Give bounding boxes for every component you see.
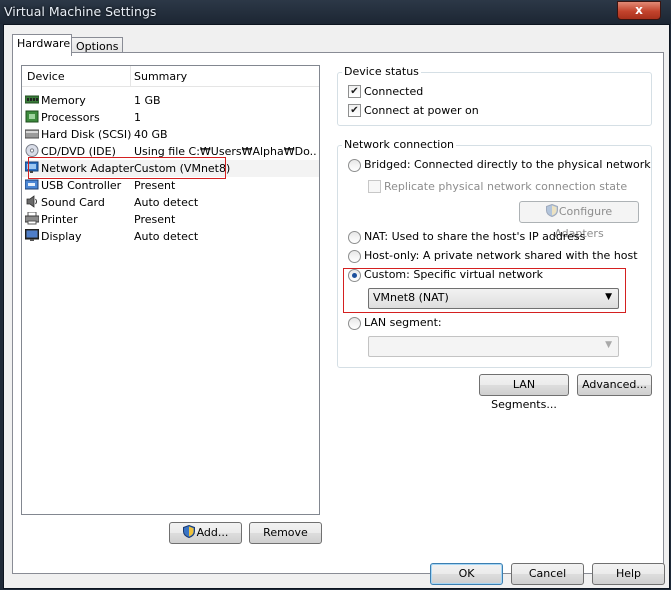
help-button[interactable]: Help [592,563,665,585]
device-summary: 1 [134,111,141,124]
dialog-client-area: Hardware Options Device Summary Memory 1… [3,24,670,589]
close-button[interactable]: x [617,1,661,20]
device-list[interactable]: Device Summary Memory 1 GB Processors 1 … [21,65,320,515]
device-row-processors[interactable]: Processors 1 [22,109,319,126]
device-name: Sound Card [41,196,105,209]
cancel-button[interactable]: Cancel [511,563,584,585]
tab-hardware[interactable]: Hardware [12,34,72,56]
device-summary: Present [134,213,176,226]
processor-icon [25,110,39,123]
replicate-state-checkbox[interactable] [368,180,381,193]
lan-segment-select[interactable]: ▼ [368,336,619,357]
usb-icon [24,178,39,191]
network-connection-title: Network connection [342,138,457,151]
network-adapter-highlight [28,157,226,179]
nat-label[interactable]: NAT: Used to share the host's IP address [364,230,585,243]
device-summary: 40 GB [134,128,168,141]
hard-disk-icon [24,127,40,140]
nat-radio[interactable] [348,231,361,244]
printer-icon [24,211,40,225]
device-summary: 1 GB [134,94,161,107]
device-status-group [337,72,652,126]
connect-at-power-on-label[interactable]: Connect at power on [364,104,479,117]
display-icon [24,228,40,242]
device-row-display[interactable]: Display Auto detect [22,228,319,245]
replicate-state-label: Replicate physical network connection st… [384,180,628,193]
window-title: Virtual Machine Settings [4,4,157,19]
title-bar: Virtual Machine Settings x [0,0,671,24]
device-row-sound-card[interactable]: Sound Card Auto detect [22,194,319,211]
device-row-memory[interactable]: Memory 1 GB [22,92,319,109]
memory-icon [24,93,40,106]
lan-segment-radio[interactable] [348,317,361,330]
sound-card-icon [25,195,39,208]
device-name: Memory [41,94,86,107]
cd-dvd-icon [25,144,39,157]
add-button-label: Add... [196,526,229,539]
chevron-down-icon: ▼ [605,340,612,350]
device-list-header: Device Summary [22,66,319,87]
shield-icon [182,524,195,545]
host-only-radio[interactable] [348,250,361,263]
ok-button[interactable]: OK [430,563,503,585]
lan-segment-label[interactable]: LAN segment: [364,316,442,329]
device-name: Printer [41,213,78,226]
device-status-title: Device status [342,65,421,78]
advanced-button[interactable]: Advanced... [577,374,652,396]
device-row-hard-disk[interactable]: Hard Disk (SCSI) 40 GB [22,126,319,143]
device-name: Hard Disk (SCSI) [41,128,132,141]
add-button[interactable]: Add... [169,522,242,544]
connected-checkbox[interactable]: ✔ [348,85,361,98]
device-name: Processors [41,111,100,124]
connect-at-power-on-checkbox[interactable]: ✔ [348,104,361,117]
column-header-device[interactable]: Device [27,70,65,83]
column-header-summary[interactable]: Summary [134,70,187,83]
connected-label[interactable]: Connected [364,85,423,98]
custom-network-highlight [343,268,626,313]
remove-button[interactable]: Remove [249,522,322,544]
bridged-radio[interactable] [348,159,361,172]
device-summary: Present [134,179,176,192]
shield-icon [545,203,558,224]
device-summary: Auto detect [134,196,199,209]
device-summary: Auto detect [134,230,199,243]
device-row-usb-controller[interactable]: USB Controller Present [22,177,319,194]
device-row-printer[interactable]: Printer Present [22,211,319,228]
device-name: Display [41,230,82,243]
host-only-label[interactable]: Host-only: A private network shared with… [364,249,638,262]
bridged-label[interactable]: Bridged: Connected directly to the physi… [364,158,651,171]
lan-segments-button[interactable]: LAN Segments... [479,374,569,411]
configure-adapters-button[interactable]: Configure Adapters [519,201,639,240]
device-name: USB Controller [41,179,122,192]
